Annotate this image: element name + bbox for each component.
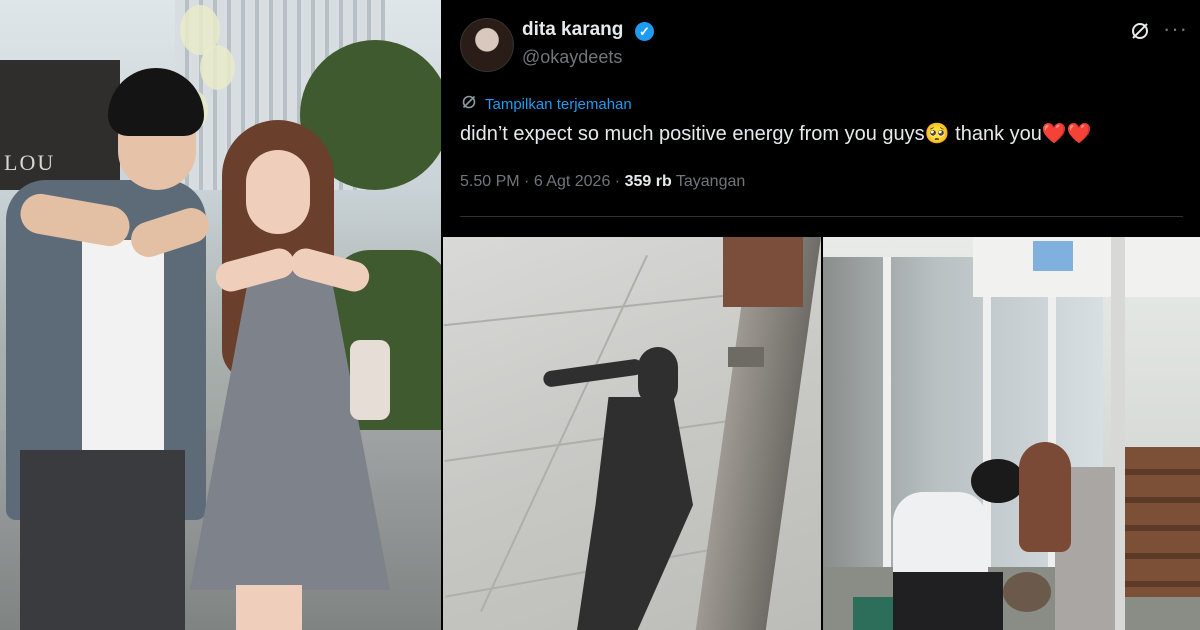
shadow-arm <box>542 358 644 388</box>
cat <box>1003 572 1051 612</box>
tweet-meta: 5.50 PM · 6 Agt 2026 · 359 rb Tayangan <box>460 173 745 191</box>
shadow-bodies <box>576 397 693 630</box>
man-hair <box>971 459 1025 503</box>
man-pants <box>893 572 1003 630</box>
facade-pod <box>200 45 235 90</box>
photo-couple-standing[interactable]: LOU <box>0 0 441 630</box>
display-name[interactable]: dita karang <box>522 19 623 41</box>
woman-bag <box>350 340 390 420</box>
views-count: 359 rb <box>624 173 672 190</box>
tweet-card: dita karang ✓ @okaydeets ··· Tampilkan t… <box>443 0 1200 236</box>
man-tee <box>82 240 164 460</box>
roof-overhang <box>973 237 1200 297</box>
drain-grate <box>728 347 764 367</box>
railing <box>723 237 803 307</box>
photo-cafe-cat[interactable] <box>823 237 1200 630</box>
tweet-text: didn’t expect so much positive energy fr… <box>460 123 1092 145</box>
user-handle[interactable]: @okaydeets <box>522 47 622 68</box>
translate-icon <box>461 94 477 115</box>
man-pants <box>20 450 185 630</box>
woman-legs <box>236 585 302 630</box>
woman-hair <box>1019 442 1071 552</box>
tweet-time[interactable]: 5.50 PM <box>460 173 520 190</box>
divider <box>460 216 1183 217</box>
translate-label: Tampilkan terjemahan <box>485 96 632 113</box>
views-label: Tayangan <box>675 173 746 190</box>
avatar[interactable] <box>460 18 514 72</box>
sky <box>1033 241 1073 271</box>
grok-icon[interactable] <box>1129 20 1151 42</box>
more-icon[interactable]: ··· <box>1163 16 1188 42</box>
wooden-bench <box>1123 447 1200 597</box>
meta-separator: · <box>524 173 534 190</box>
meta-separator: · <box>614 173 625 190</box>
photo-shadow-sidewalk[interactable] <box>443 237 821 630</box>
store-sign: LOU <box>4 150 56 175</box>
verified-badge-icon: ✓ <box>635 22 654 41</box>
translate-link[interactable]: Tampilkan terjemahan <box>461 94 632 115</box>
window-frame <box>883 257 891 587</box>
tweet-date[interactable]: 6 Agt 2026 <box>534 173 611 190</box>
woman-face <box>246 150 310 234</box>
